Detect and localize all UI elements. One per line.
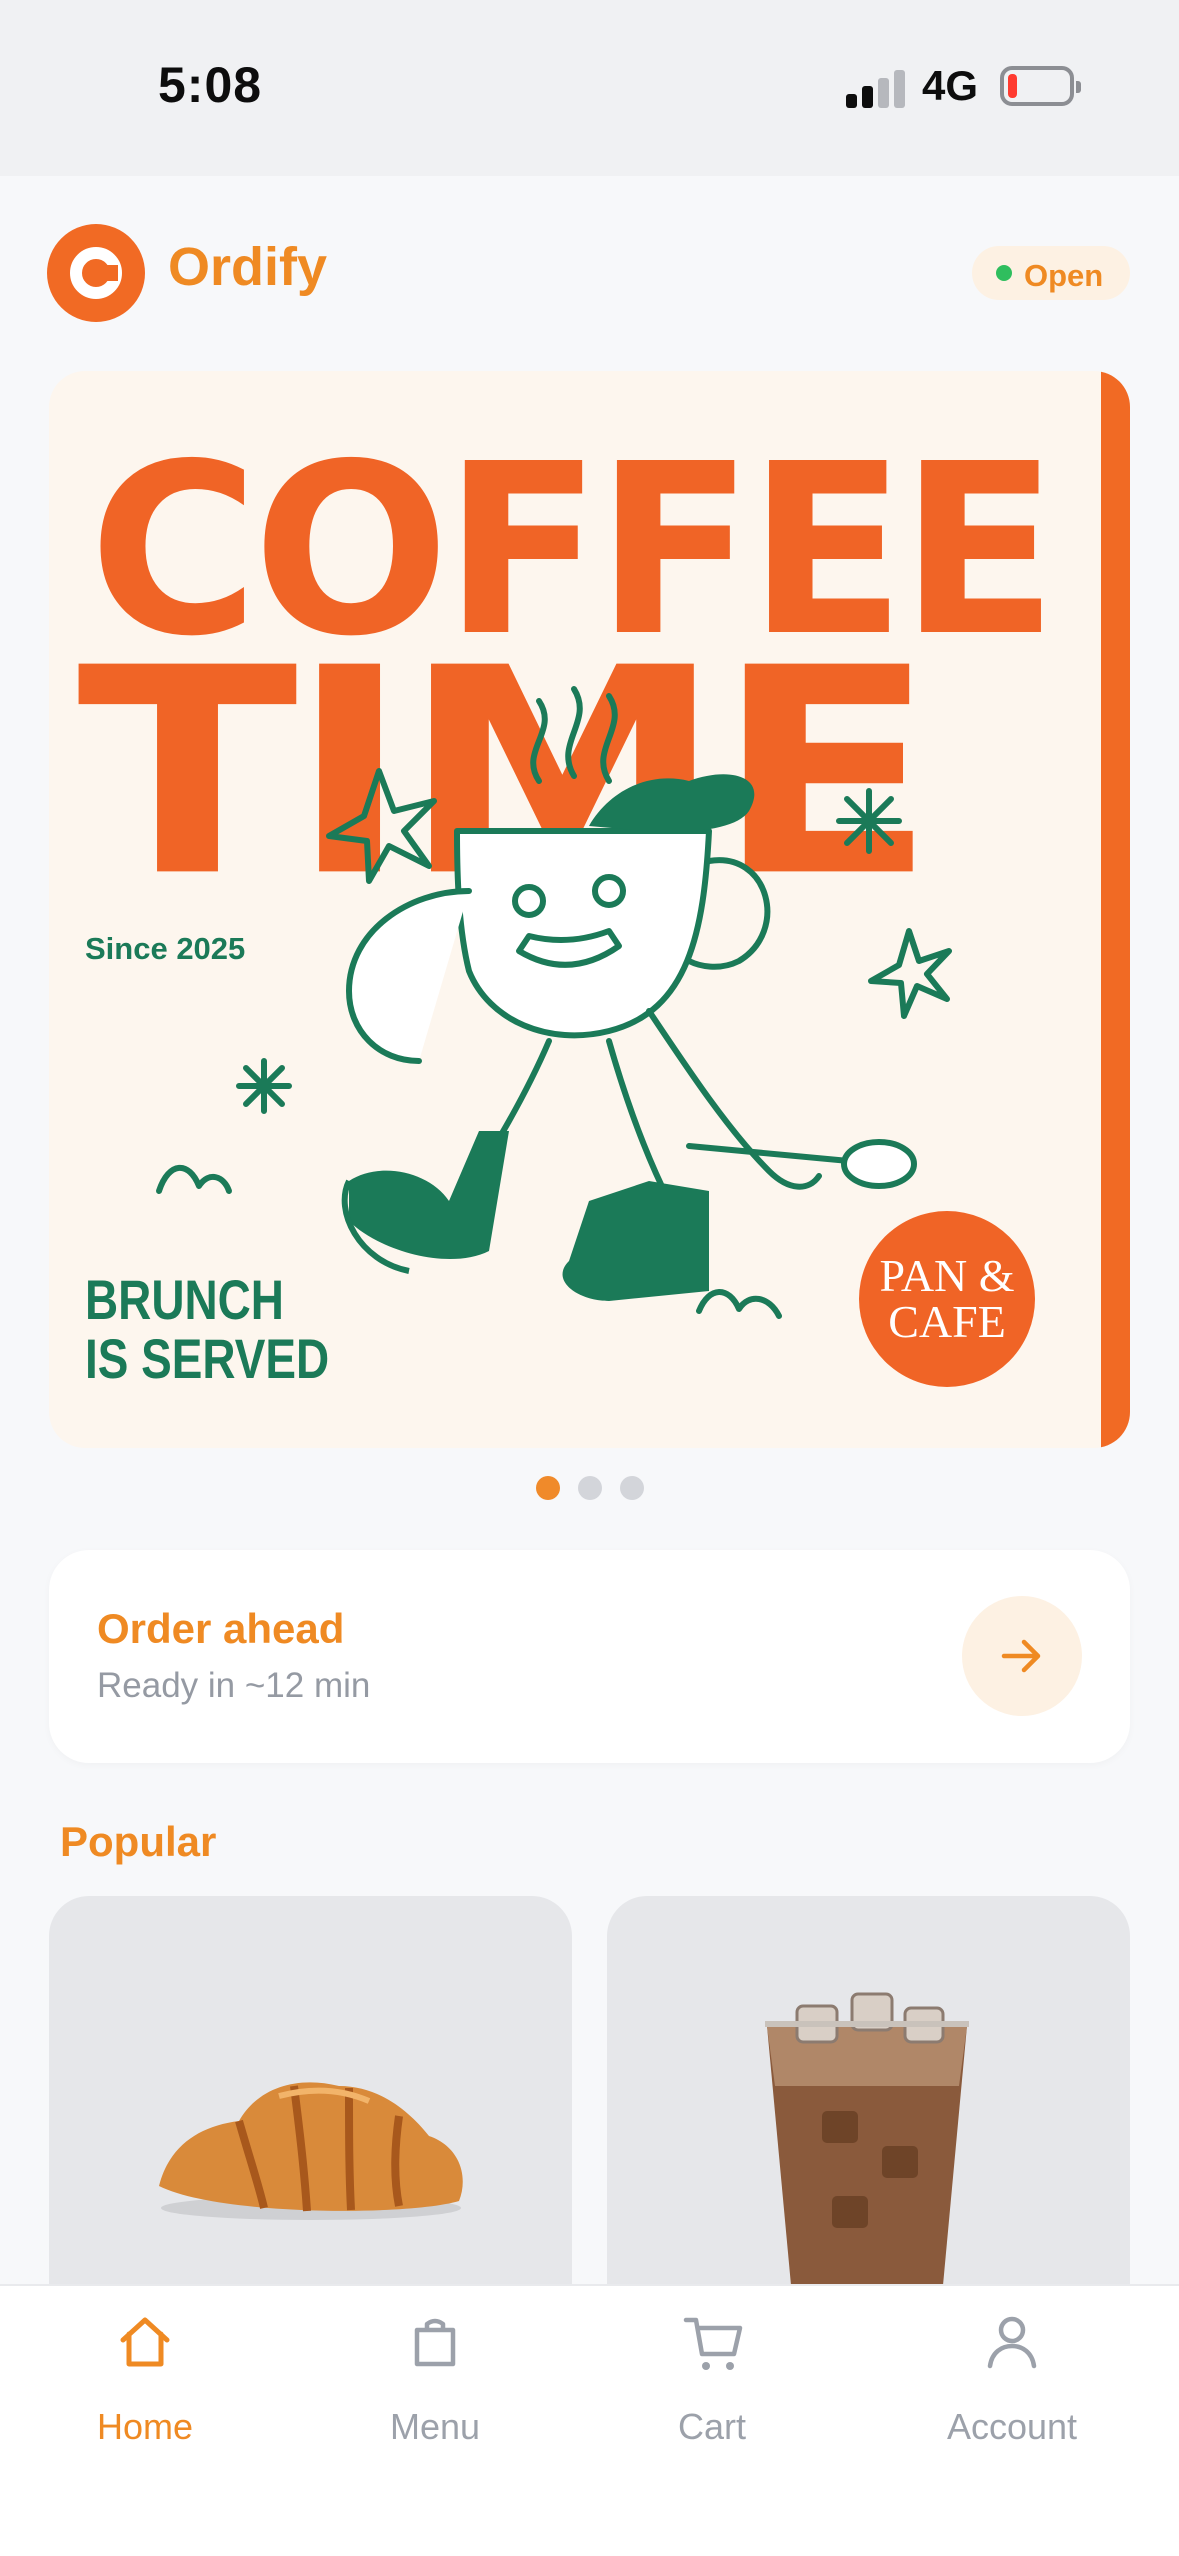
- cellular-signal-icon: [846, 68, 906, 108]
- tab-cart[interactable]: Cart: [602, 2312, 822, 2452]
- order-ahead-card[interactable]: Order ahead Ready in ~12 min: [49, 1550, 1130, 1763]
- banner-page-dot-2[interactable]: [578, 1476, 602, 1500]
- product-card-croissant[interactable]: [49, 1896, 572, 2296]
- arrow-right-icon: [1001, 1639, 1041, 1673]
- network-type: 4G: [922, 62, 979, 109]
- open-status-label: Open: [1024, 258, 1104, 293]
- home-icon: [120, 2317, 170, 2367]
- next-banner-peek[interactable]: [1101, 371, 1130, 1448]
- order-ahead-subtitle: Ready in ~12 min: [97, 1666, 371, 1705]
- tab-account[interactable]: Account: [902, 2312, 1122, 2452]
- pan-cafe-badge-label: PAN & CAFE: [879, 1250, 1015, 1347]
- tab-menu[interactable]: Menu: [325, 2312, 545, 2452]
- tab-menu-label: Menu: [389, 2406, 481, 2447]
- iced-coffee-image: [765, 1992, 969, 2296]
- promo-banner[interactable]: COFFEE TIME Since 2025 BRUNCH IS SERVED …: [49, 371, 1130, 1448]
- bag-icon: [414, 2318, 456, 2367]
- croissant-image: [159, 2082, 463, 2220]
- product-card-iced-coffee[interactable]: [607, 1896, 1130, 2296]
- battery-icon: [1000, 66, 1081, 106]
- tab-account-label: Account: [946, 2406, 1078, 2447]
- popular-section-title: Popular: [60, 1818, 217, 1865]
- person-icon: [987, 2316, 1037, 2369]
- cart-icon: [683, 2317, 743, 2370]
- tab-cart-label: Cart: [677, 2406, 746, 2447]
- brand-name: Ordify: [168, 237, 328, 297]
- brand-logo-icon: [47, 224, 145, 322]
- order-ahead-title: Order ahead: [97, 1605, 345, 1652]
- home-screen: 5:08 4G Ordify Open COFFEE TIME Since 20…: [0, 0, 1179, 2556]
- tab-home-label: Home: [96, 2406, 194, 2447]
- status-dot-icon: [996, 265, 1012, 281]
- status-time: 5:08: [158, 57, 263, 113]
- banner-page-dot-1[interactable]: [536, 1476, 560, 1500]
- tab-home[interactable]: Home: [35, 2312, 255, 2452]
- open-status-badge: Open: [972, 246, 1130, 300]
- pan-cafe-badge: PAN & CAFE: [859, 1211, 1035, 1387]
- banner-page-dot-3[interactable]: [620, 1476, 644, 1500]
- status-bar: 5:08 4G: [0, 0, 1179, 176]
- bottom-tab-bar: Home Menu Cart Account: [0, 2284, 1179, 2556]
- banner-tagline: BRUNCH IS SERVED: [85, 1268, 330, 1390]
- order-ahead-button[interactable]: [962, 1596, 1082, 1716]
